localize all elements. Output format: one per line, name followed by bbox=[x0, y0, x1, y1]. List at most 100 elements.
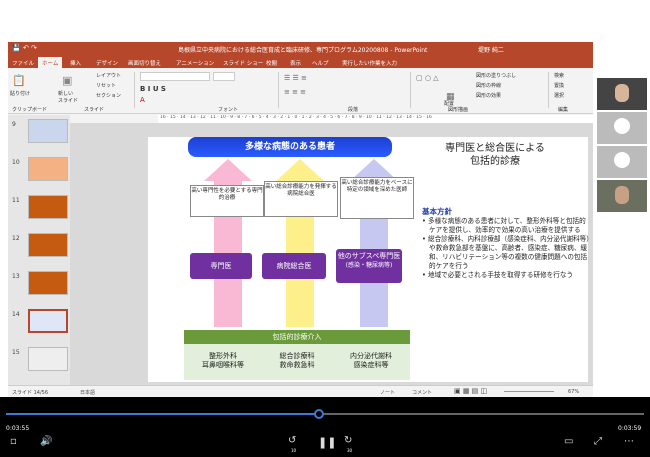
slide-thumb-number: 12 bbox=[12, 235, 20, 242]
hospitalist-box: 病院総合医 bbox=[262, 253, 326, 279]
status-bar: スライド 14/56 日本語 ノート コメント ▣ ▦ ▤ ◫ 67% bbox=[8, 385, 593, 397]
slide-thumbnail[interactable] bbox=[28, 119, 68, 143]
find-button[interactable]: 検索 bbox=[554, 72, 564, 79]
menu-review[interactable]: 校閲 bbox=[266, 59, 277, 67]
participant-video[interactable] bbox=[597, 112, 647, 144]
zoom-slider[interactable] bbox=[504, 391, 554, 392]
slide-thumb-number: 10 bbox=[12, 159, 20, 166]
pause-icon[interactable]: ❚❚ bbox=[318, 436, 336, 449]
menu-insert[interactable]: 挿入 bbox=[70, 59, 81, 67]
volume-icon[interactable]: 🔊 bbox=[40, 436, 52, 447]
slide-thumbnail[interactable] bbox=[28, 347, 68, 371]
menu-view[interactable]: 表示 bbox=[290, 59, 301, 67]
slide-thumb-number: 14 bbox=[12, 311, 20, 318]
paragraph-group-label: 段落 bbox=[348, 107, 359, 113]
slide-thumbnail[interactable] bbox=[28, 233, 68, 257]
slide-thumbnail[interactable] bbox=[28, 195, 68, 219]
drawing-group-label: 図形描画 bbox=[448, 107, 469, 113]
paste-icon[interactable]: 📋 bbox=[12, 74, 26, 87]
zoom-level[interactable]: 67% bbox=[568, 389, 579, 395]
fullscreen-icon[interactable]: ⤢ bbox=[594, 436, 602, 447]
clipboard-group-label: クリップボード bbox=[12, 107, 48, 113]
forward-icon[interactable]: ↻ bbox=[344, 435, 352, 446]
slide-thumb-number: 13 bbox=[12, 273, 20, 280]
participant-video[interactable] bbox=[597, 146, 647, 178]
menu-bar: ファイル ホーム 挿入 デザイン 画面切り替え アニメーション スライド ショー… bbox=[8, 56, 593, 69]
user-name[interactable]: 堤野 純二 bbox=[478, 45, 504, 54]
specialist-box: 専門医 bbox=[190, 253, 252, 279]
align-icons[interactable]: ≡ ≡ ≡ bbox=[284, 88, 306, 96]
slide-thumb-number: 11 bbox=[12, 197, 20, 204]
shape-fill-button[interactable]: 図形の塗りつぶし bbox=[476, 72, 516, 79]
menu-animations[interactable]: アニメーション bbox=[176, 59, 214, 67]
department-box: 整形外科 耳鼻咽喉科等 総合診療科 救命救急科 内分泌代謝科 感染症科等 bbox=[184, 344, 410, 380]
new-slide-icon[interactable]: ▣ bbox=[62, 74, 72, 87]
shape-effects-button[interactable]: 図形の効果 bbox=[476, 92, 501, 99]
participant-video[interactable] bbox=[597, 78, 647, 110]
tell-me-search[interactable]: 実行したい作業を入力 bbox=[342, 59, 397, 67]
window-title: 島根県立中央病院における総合医育成と臨床研修、専門プログラム20200808 -… bbox=[178, 47, 428, 54]
subtitles-icon[interactable]: ▫ bbox=[10, 436, 17, 447]
subspecialist-box: 他のサブスペ専門医 (感染・糖尿病等) bbox=[336, 249, 402, 283]
list-icons[interactable]: ☰ ☰ ≡ bbox=[284, 74, 307, 82]
bold-icon[interactable]: B I U S bbox=[140, 85, 166, 93]
ribbon-separator bbox=[548, 72, 549, 108]
video-player-controls: 0:03:55 0:03:59 ▫ 🔊 ↺ 10 ❚❚ ↻ 30 ▭ ⤢ ⋯ bbox=[0, 397, 650, 457]
layout-button[interactable]: レイアウト bbox=[96, 72, 121, 79]
participant-video[interactable] bbox=[597, 180, 647, 212]
comprehensive-care-bar: 包括的診療介入 bbox=[184, 330, 410, 344]
dept-col-2: 総合診療科 救命救急科 bbox=[262, 352, 332, 370]
slide-thumb-number: 9 bbox=[12, 121, 16, 128]
avatar bbox=[615, 186, 629, 204]
view-buttons[interactable]: ▣ ▦ ▤ ◫ bbox=[454, 387, 487, 395]
paste-button[interactable]: 貼り付け bbox=[10, 90, 30, 97]
menu-transitions[interactable]: 画面切り替え bbox=[128, 59, 161, 67]
right-title: 専門医と総合医による 包括的診療 bbox=[410, 142, 580, 168]
slides-group-label: スライド bbox=[84, 107, 105, 113]
menu-help[interactable]: ヘルプ bbox=[312, 59, 329, 67]
select-button[interactable]: 選択 bbox=[554, 92, 564, 99]
policy-bullet: • 総合診療科、内科診療部（感染症科、内分泌代謝科等）や救命救急部を基盤に、高齢… bbox=[422, 235, 590, 270]
shapes-gallery-icon[interactable]: ▢ ○ △ bbox=[416, 74, 439, 82]
cast-icon[interactable]: ▭ bbox=[564, 436, 573, 447]
dept-endocrine: 内分泌代謝科 bbox=[350, 352, 392, 360]
menu-slideshow[interactable]: スライド ショー bbox=[223, 59, 263, 67]
slide-thumbnail[interactable] bbox=[28, 157, 68, 181]
section-button[interactable]: セクション bbox=[96, 92, 121, 99]
font-name-box[interactable] bbox=[140, 72, 210, 81]
dept-col-1: 整形外科 耳鼻咽喉科等 bbox=[190, 352, 256, 370]
menu-file[interactable]: ファイル bbox=[12, 59, 34, 67]
ribbon: 📋 貼り付け ▣ 新しい スライド レイアウト リセット セクション クリップボ… bbox=[8, 68, 593, 114]
font-size-box[interactable] bbox=[213, 72, 235, 81]
rewind-seconds: 10 bbox=[291, 448, 297, 453]
current-slide[interactable]: 多様な病態のある患者 高い専門性を必要とする専門的治療 高い総合診療能力を発揮す… bbox=[148, 137, 590, 382]
subspecialist-role-box: 高い総合診療能力をベースに特定の領域を深めた医師 bbox=[340, 177, 414, 219]
reset-button[interactable]: リセット bbox=[96, 82, 116, 89]
new-slide-button[interactable]: 新しい スライド bbox=[58, 90, 78, 104]
dept-general: 総合診療科 bbox=[279, 352, 315, 360]
dept-emergency: 救命救急科 bbox=[279, 361, 315, 369]
replace-button[interactable]: 置換 bbox=[554, 82, 564, 89]
subspecialist-label: 他のサブスペ専門医 bbox=[337, 252, 401, 260]
slide-thumbnail[interactable] bbox=[28, 271, 68, 295]
menu-design[interactable]: デザイン bbox=[96, 59, 118, 67]
font-color-icon[interactable]: A bbox=[140, 96, 145, 104]
policy-bullet: • 地域で必要とされる手技を取得する研修を行なう bbox=[422, 271, 574, 279]
video-frame: 💾 ↶ ↷ 島根県立中央病院における総合医育成と臨床研修、専門プログラム2020… bbox=[0, 0, 650, 457]
notes-button[interactable]: ノート bbox=[380, 389, 395, 396]
slide-banner: 多様な病態のある患者 bbox=[188, 137, 392, 157]
ribbon-separator bbox=[278, 72, 279, 108]
slide-thumbnail[interactable] bbox=[28, 309, 68, 333]
rewind-icon[interactable]: ↺ bbox=[288, 435, 296, 446]
shape-outline-button[interactable]: 図形の枠線 bbox=[476, 82, 501, 89]
policy-heading: 基本方針 bbox=[422, 207, 452, 216]
comments-button[interactable]: コメント bbox=[412, 389, 432, 396]
quick-access-toolbar[interactable]: 💾 ↶ ↷ bbox=[12, 44, 37, 52]
slide-counter: スライド 14/56 bbox=[12, 390, 48, 396]
ribbon-separator bbox=[134, 72, 135, 108]
more-icon[interactable]: ⋯ bbox=[624, 436, 634, 447]
language-indicator[interactable]: 日本語 bbox=[80, 389, 95, 396]
seek-handle[interactable] bbox=[313, 409, 324, 419]
dept-col-3: 内分泌代謝科 感染症科等 bbox=[336, 352, 406, 370]
title-bar: 💾 ↶ ↷ 島根県立中央病院における総合医育成と臨床研修、専門プログラム2020… bbox=[8, 42, 593, 56]
